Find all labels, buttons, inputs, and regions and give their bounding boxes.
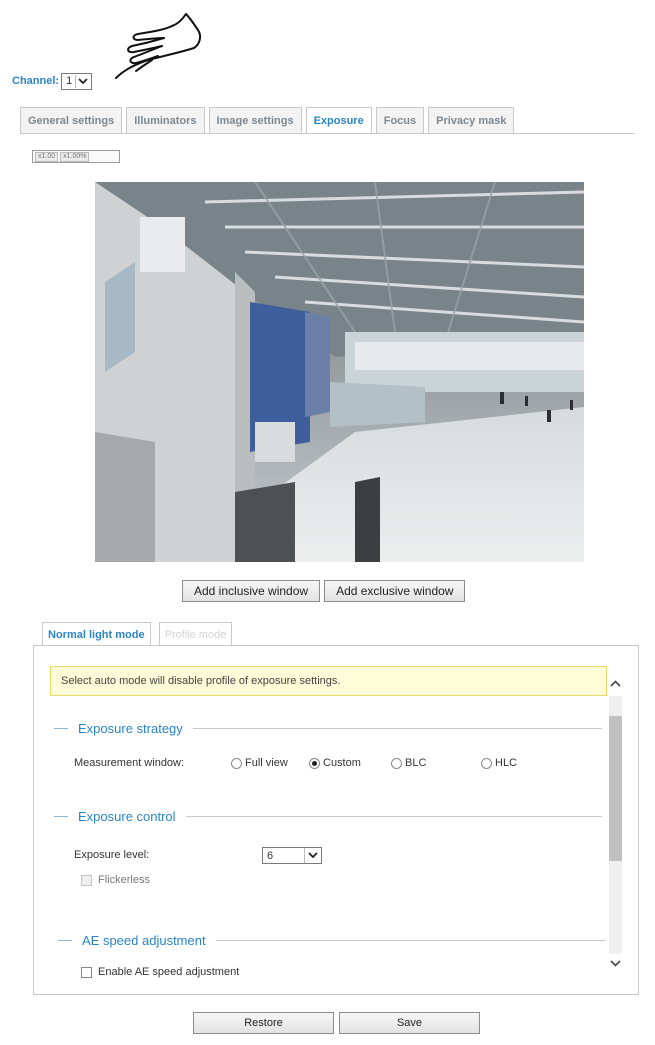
tabs-divider <box>20 133 635 134</box>
channel-selector: Channel: 1 <box>12 72 93 90</box>
zoom-value-a: x1.00 <box>35 151 59 162</box>
enable-ae-speed-checkbox-box <box>81 966 92 978</box>
radio-blc-label: BLC <box>405 757 427 769</box>
chevron-down-icon <box>75 74 90 88</box>
exposure-level-value: 6 <box>267 849 274 862</box>
window-buttons: Add inclusive window Add exclusive windo… <box>182 580 466 602</box>
zoom-value-b: x1.00% <box>60 151 90 162</box>
section-exposure-strategy: Exposure strategy <box>54 721 602 736</box>
save-button[interactable]: Save <box>339 1012 480 1034</box>
tab-illuminators[interactable]: Illuminators <box>126 107 205 133</box>
exposure-strategy-title: Exposure strategy <box>78 721 183 736</box>
radio-custom[interactable]: Custom <box>309 757 391 769</box>
settings-tabs: General settings Illuminators Image sett… <box>20 107 515 134</box>
add-exclusive-window-button[interactable]: Add exclusive window <box>324 580 466 602</box>
panel-scrollbar[interactable] <box>607 666 624 980</box>
radio-full-view[interactable]: Full view <box>231 757 309 769</box>
flickerless-checkbox[interactable]: Flickerless <box>81 874 150 886</box>
notice-banner: Select auto mode will disable profile of… <box>50 666 607 696</box>
radio-hlc-dot <box>481 757 492 769</box>
scroll-thumb[interactable] <box>609 716 622 861</box>
radio-hlc-label: HLC <box>495 757 518 769</box>
footer-buttons: Restore Save <box>193 1012 480 1034</box>
tab-focus[interactable]: Focus <box>375 107 425 133</box>
radio-full-view-dot <box>231 757 242 769</box>
scroll-up-icon[interactable] <box>607 674 624 692</box>
ae-speed-title: AE speed adjustment <box>82 933 206 948</box>
tab-privacy-mask[interactable]: Privacy mask <box>428 107 515 133</box>
exposure-settings-panel: Select auto mode will disable profile of… <box>33 645 639 995</box>
mode-tabs: Normal light mode Profile mode <box>42 622 233 646</box>
tab-exposure[interactable]: Exposure <box>305 107 372 134</box>
channel-value: 1 <box>66 75 73 87</box>
radio-blc-dot <box>391 757 402 769</box>
radio-custom-label: Custom <box>323 757 361 769</box>
tab-image-settings[interactable]: Image settings <box>208 107 302 133</box>
tab-profile-mode[interactable]: Profile mode <box>158 622 233 646</box>
radio-full-view-label: Full view <box>245 757 288 769</box>
measurement-window-label: Measurement window: <box>74 757 185 769</box>
radio-custom-dot <box>309 757 320 769</box>
add-inclusive-window-button[interactable]: Add inclusive window <box>182 580 321 602</box>
measurement-window-options: Full view Custom BLC HLC <box>231 757 517 769</box>
zoom-indicator: x1.00 x1.00% <box>32 150 120 163</box>
enable-ae-speed-checkbox[interactable]: Enable AE speed adjustment <box>81 966 239 978</box>
scroll-down-icon[interactable] <box>607 954 624 972</box>
exposure-level-label: Exposure level: <box>74 849 150 861</box>
section-exposure-control: Exposure control <box>54 809 602 824</box>
pointing-hand-icon <box>115 13 202 79</box>
channel-label: Channel: <box>12 75 60 87</box>
radio-blc[interactable]: BLC <box>391 757 481 769</box>
restore-button[interactable]: Restore <box>193 1012 334 1034</box>
tab-general-settings[interactable]: General settings <box>20 107 123 133</box>
chevron-down-icon <box>304 848 321 863</box>
exposure-level-select[interactable]: 6 <box>262 847 322 864</box>
live-video-view[interactable] <box>95 182 584 562</box>
section-ae-speed-adjustment: AE speed adjustment <box>58 933 606 948</box>
radio-hlc[interactable]: HLC <box>481 757 517 769</box>
video-frame-image <box>95 182 584 562</box>
channel-select[interactable]: 1 <box>61 72 93 90</box>
flickerless-label: Flickerless <box>98 874 150 886</box>
flickerless-checkbox-box <box>81 874 92 886</box>
tab-normal-light-mode[interactable]: Normal light mode <box>42 622 151 646</box>
enable-ae-speed-label: Enable AE speed adjustment <box>98 966 240 978</box>
exposure-control-title: Exposure control <box>78 809 176 824</box>
